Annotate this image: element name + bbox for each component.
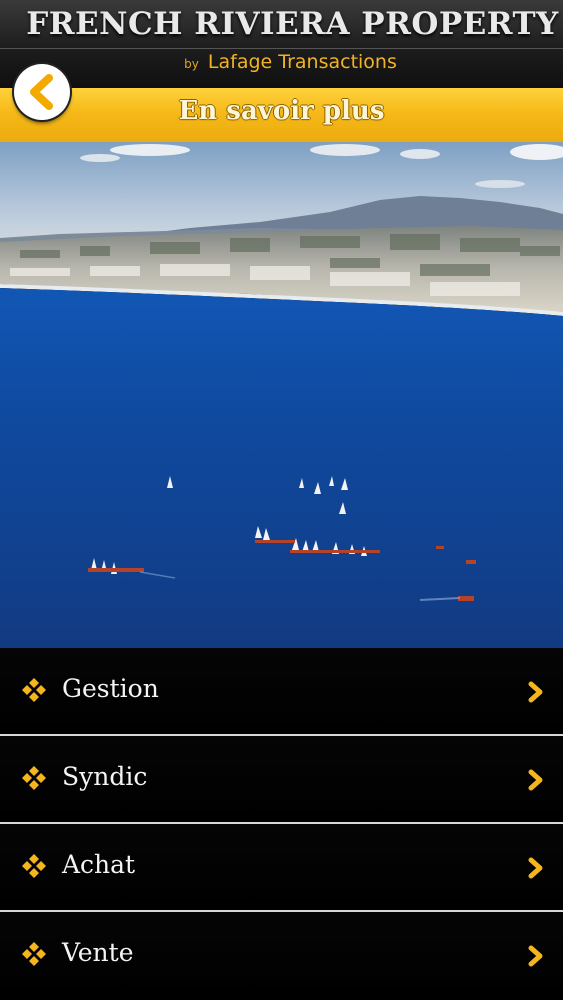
menu-item-label: Gestion [62,674,159,703]
coastline-photo [0,142,563,648]
company-name: Lafage Transactions [207,51,397,73]
menu-item-gestion[interactable]: Gestion [0,648,563,734]
diamond-cluster-icon [22,766,46,790]
diamond-cluster-icon [22,678,46,702]
menu-item-label: Syndic [62,762,148,791]
menu-item-syndic[interactable]: Syndic [0,736,563,822]
byline-by: by [184,57,199,71]
menu-item-label: Achat [62,850,136,879]
title-bar: En savoir plus [0,88,563,142]
menu-list: Gestion Syndic Achat Vente [0,648,563,1000]
chevron-right-icon [528,681,543,703]
menu-item-achat[interactable]: Achat [0,824,563,910]
page-title: En savoir plus [178,96,385,126]
diamond-cluster-icon [22,854,46,878]
byline: by Lafage Transactions [0,51,563,73]
brand-title: FRENCH RIVIERA PROPERTY [26,6,559,42]
back-button[interactable] [14,64,70,120]
chevron-right-icon [528,945,543,967]
chevron-left-icon [30,74,53,110]
menu-item-vente[interactable]: Vente [0,912,563,998]
chevron-right-icon [528,769,543,791]
app-header: FRENCH RIVIERA PROPERTY by Lafage Transa… [0,0,563,92]
menu-item-label: Vente [62,938,134,967]
diamond-cluster-icon [22,942,46,966]
header-divider [0,48,563,49]
chevron-right-icon [528,857,543,879]
